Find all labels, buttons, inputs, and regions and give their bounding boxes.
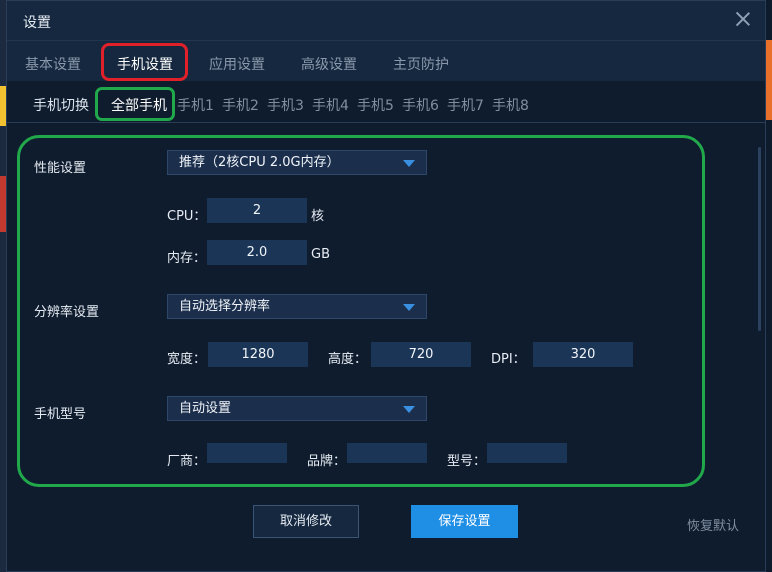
cpu-input[interactable]: 2: [207, 198, 307, 223]
memory-unit: GB: [311, 247, 330, 262]
chevron-down-icon: [403, 304, 415, 311]
phone-switch-label: 手机切换: [33, 98, 89, 114]
dpi-label: DPI：: [491, 352, 526, 367]
subtab-phone-5[interactable]: 手机5: [357, 95, 394, 115]
subtab-phone-3[interactable]: 手机3: [267, 95, 304, 115]
settings-dialog: 设置 基本设置 手机设置 应用设置 高级设置 主页防护 手机切换 全部手机 手机…: [6, 0, 766, 572]
manufacturer-label: 厂商：: [167, 454, 207, 469]
subtab-phone-4[interactable]: 手机4: [312, 95, 349, 115]
memory-label: 内存：: [167, 251, 207, 266]
title-bar: 设置: [7, 1, 765, 41]
phone-model-dropdown[interactable]: 自动设置: [167, 396, 427, 421]
subtab-phone-2[interactable]: 手机2: [222, 95, 259, 115]
tab-basic-settings[interactable]: 基本设置: [25, 54, 81, 74]
restore-defaults-link[interactable]: 恢复默认: [687, 515, 739, 534]
dialog-title: 设置: [23, 15, 51, 31]
model-number-input[interactable]: [487, 443, 567, 463]
height-input[interactable]: 720: [371, 342, 471, 367]
performance-preset-value: 推荐（2核CPU 2.0G内存）: [179, 155, 340, 170]
cpu-unit: 核: [311, 209, 325, 224]
cpu-label: CPU：: [167, 209, 207, 224]
manufacturer-input[interactable]: [207, 443, 287, 463]
resolution-preset-dropdown[interactable]: 自动选择分辨率: [167, 294, 427, 319]
content-scrollbar[interactable]: [758, 147, 761, 331]
performance-preset-dropdown[interactable]: 推荐（2核CPU 2.0G内存）: [167, 150, 427, 175]
chevron-down-icon: [403, 406, 415, 413]
dpi-input[interactable]: 320: [533, 342, 633, 367]
model-number-label: 型号：: [447, 454, 487, 469]
height-label: 高度：: [328, 352, 368, 367]
subtab-phone-6[interactable]: 手机6: [402, 95, 439, 115]
width-label: 宽度：: [167, 352, 207, 367]
resolution-preset-value: 自动选择分辨率: [179, 299, 271, 314]
cancel-button[interactable]: 取消修改: [253, 505, 359, 538]
phone-model-value: 自动设置: [179, 401, 232, 416]
tab-advanced-settings[interactable]: 高级设置: [301, 54, 357, 74]
tab-app-settings[interactable]: 应用设置: [209, 54, 265, 74]
chevron-down-icon: [403, 160, 415, 167]
subtab-phone-7[interactable]: 手机7: [447, 95, 484, 115]
brand-input[interactable]: [347, 443, 427, 463]
brand-label: 品牌：: [307, 454, 347, 469]
subtab-phone-8[interactable]: 手机8: [492, 95, 529, 115]
performance-settings-label: 性能设置: [34, 161, 87, 176]
close-icon[interactable]: [735, 11, 751, 27]
memory-input[interactable]: 2.0: [207, 240, 307, 265]
highlight-green-annotation-subtab: [95, 87, 175, 121]
subtab-phone-1[interactable]: 手机1: [177, 95, 214, 115]
highlight-red-annotation: [101, 43, 188, 81]
resolution-settings-label: 分辨率设置: [34, 305, 100, 320]
save-button[interactable]: 保存设置: [411, 505, 518, 538]
phone-model-label: 手机型号: [34, 407, 87, 422]
tab-homepage-protection[interactable]: 主页防护: [393, 54, 449, 74]
width-input[interactable]: 1280: [208, 342, 308, 367]
